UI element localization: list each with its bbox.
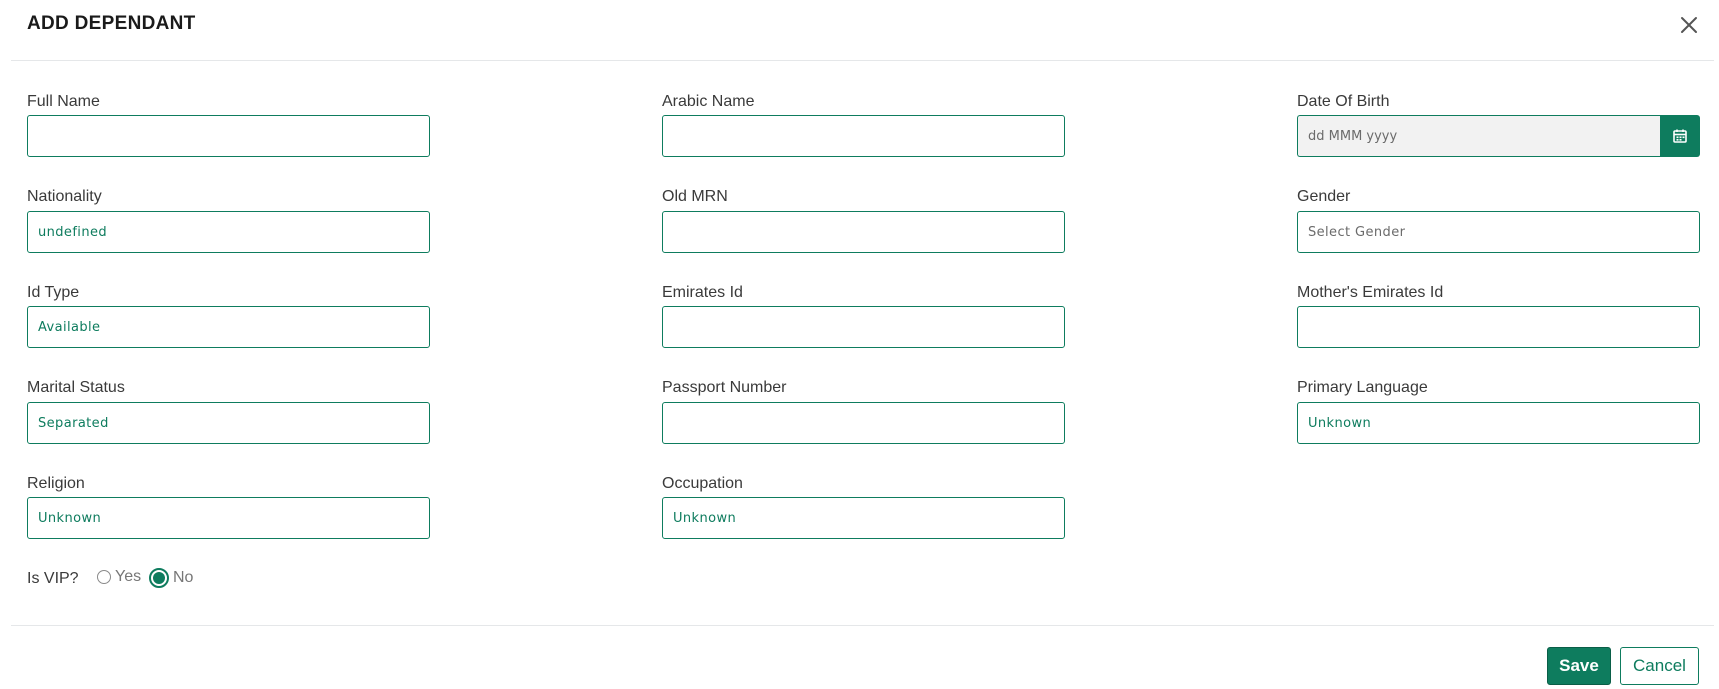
mothers-emirates-id-label: Mother's Emirates Id bbox=[1297, 284, 1444, 301]
vip-label: Is VIP? bbox=[27, 570, 79, 587]
close-icon bbox=[1681, 17, 1697, 33]
marital-status-label: Marital Status bbox=[27, 379, 125, 396]
primary-language-field[interactable] bbox=[1297, 402, 1700, 444]
modal-header: ADD DEPENDANT bbox=[11, 0, 1714, 61]
full-name-label: Full Name bbox=[27, 93, 100, 110]
religion-label: Religion bbox=[27, 475, 85, 492]
passport-number-label: Passport Number bbox=[662, 379, 787, 396]
footer-divider bbox=[11, 625, 1714, 626]
arabic-name-field[interactable] bbox=[662, 115, 1065, 157]
modal-title: ADD DEPENDANT bbox=[27, 13, 196, 34]
arabic-name-label: Arabic Name bbox=[662, 93, 755, 110]
gender-select[interactable] bbox=[1297, 211, 1700, 253]
radio-checked-icon[interactable] bbox=[149, 568, 169, 588]
emirates-id-field[interactable] bbox=[662, 306, 1065, 348]
vip-yes-option[interactable]: Yes bbox=[97, 568, 141, 586]
old-mrn-label: Old MRN bbox=[662, 188, 728, 205]
primary-language-label: Primary Language bbox=[1297, 379, 1428, 396]
vip-no-label: No bbox=[173, 569, 194, 586]
nationality-field[interactable] bbox=[27, 211, 430, 253]
passport-number-field[interactable] bbox=[662, 402, 1065, 444]
radio-unchecked-icon[interactable] bbox=[97, 570, 111, 584]
close-button[interactable] bbox=[1678, 14, 1700, 36]
gender-label: Gender bbox=[1297, 188, 1351, 205]
id-type-label: Id Type bbox=[27, 284, 80, 301]
date-of-birth-label: Date Of Birth bbox=[1297, 93, 1390, 110]
id-type-field[interactable] bbox=[27, 306, 430, 348]
date-of-birth-field[interactable] bbox=[1297, 115, 1661, 157]
old-mrn-field[interactable] bbox=[662, 211, 1065, 253]
vip-yes-label: Yes bbox=[115, 568, 142, 585]
full-name-field[interactable] bbox=[27, 115, 430, 157]
religion-field[interactable] bbox=[27, 497, 430, 539]
nationality-label: Nationality bbox=[27, 188, 102, 205]
emirates-id-label: Emirates Id bbox=[662, 284, 743, 301]
marital-status-field[interactable] bbox=[27, 402, 430, 444]
save-button[interactable]: Save bbox=[1547, 647, 1611, 685]
calendar-icon bbox=[1673, 129, 1687, 143]
occupation-field[interactable] bbox=[662, 497, 1065, 539]
occupation-label: Occupation bbox=[662, 475, 743, 492]
vip-no-option[interactable]: No bbox=[149, 568, 193, 588]
cancel-button[interactable]: Cancel bbox=[1620, 647, 1699, 685]
calendar-button[interactable] bbox=[1660, 115, 1700, 157]
mothers-emirates-id-field[interactable] bbox=[1297, 306, 1700, 348]
